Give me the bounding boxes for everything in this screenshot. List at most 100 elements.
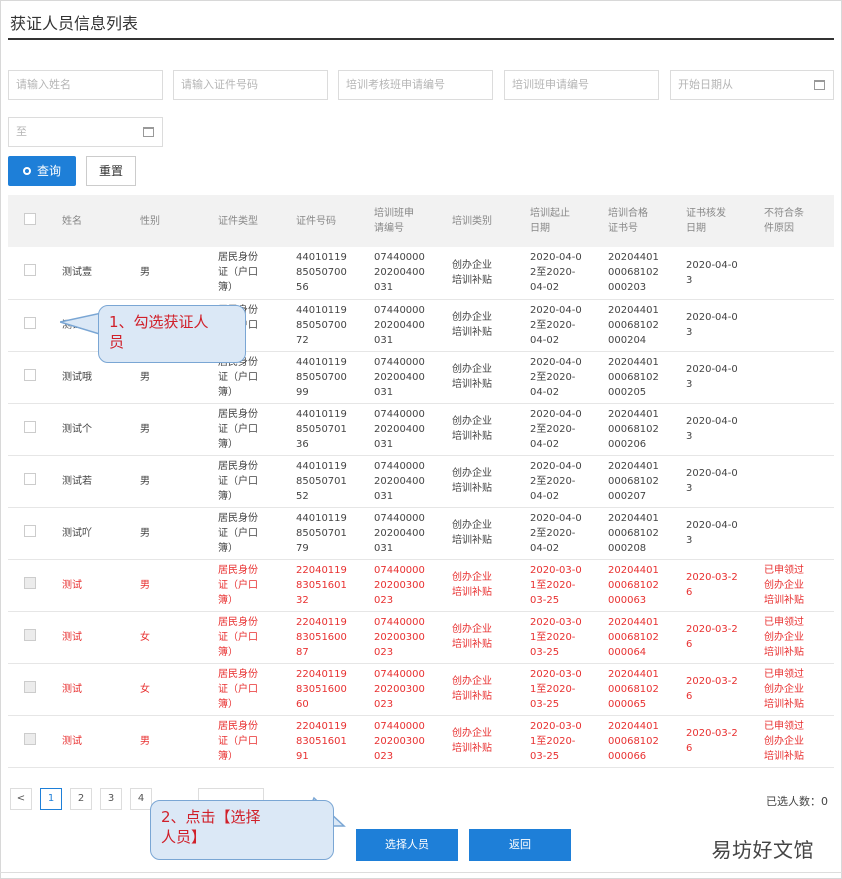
table-cell (758, 299, 834, 352)
table-cell: 07440000 20200300 023 (368, 663, 446, 716)
row-select-cell (8, 559, 56, 612)
row-checkbox[interactable] (24, 264, 36, 277)
table-cell: 44010119 85050700 99 (290, 351, 368, 404)
table-cell: 20204401 00068102 000064 (602, 611, 680, 664)
select-persons-button[interactable]: 选择人员 (356, 829, 458, 861)
prev-page-button[interactable]: < (10, 788, 32, 810)
table-row[interactable]: 测试吖男居民身份 证（户口 簿） 44010119 85050701 79 0744… (8, 507, 834, 560)
column-header: 姓名 (56, 195, 134, 247)
row-select-cell (8, 403, 56, 456)
table-cell: 07440000 20200400 031 (368, 455, 446, 508)
calendar-icon[interactable] (814, 80, 825, 90)
table-cell: 2020-04-0 2至2020- 04-02 (524, 455, 602, 508)
table-cell (758, 507, 834, 560)
table-cell: 2020-03-2 6 (680, 663, 758, 716)
id-number-input[interactable]: 请输入证件号码 (173, 70, 328, 100)
table-cell: 测试若 (56, 455, 134, 508)
training-class-number-input[interactable]: 培训班申请编号 (504, 70, 659, 100)
column-header: 性别 (134, 195, 212, 247)
table-row[interactable]: 测试男居民身份 证（户口 簿） 22040119 83051601 91 07440… (8, 715, 834, 768)
table-cell: 测试 (56, 611, 134, 664)
table-cell: 2020-03-2 6 (680, 611, 758, 664)
table-cell: 2020-03-0 1至2020- 03-25 (524, 715, 602, 768)
table-cell: 男 (134, 559, 212, 612)
table-cell: 创办企业 培训补贴 (446, 403, 524, 456)
exam-class-number-input[interactable]: 培训考核班申请编号 (338, 70, 493, 100)
row-select-cell (8, 715, 56, 768)
row-checkbox[interactable] (24, 368, 36, 381)
certified-persons-table: 姓名 性别 证件类型 证件号码 培训班申 请编号 培训类别 培训起止 日期 培训合格 证书号证… (8, 195, 834, 768)
row-checkbox[interactable] (24, 472, 36, 485)
search-icon (22, 167, 31, 175)
row-select-cell (8, 351, 56, 404)
row-checkbox[interactable] (24, 316, 36, 329)
table-cell: 07440000 20200400 031 (368, 299, 446, 352)
table-cell: 20204401 00068102 000205 (602, 351, 680, 404)
row-checkbox[interactable] (24, 524, 36, 537)
back-button[interactable]: 返回 (469, 829, 571, 861)
table-row[interactable]: 测试壹男居民身份 证（户口 簿） 44010119 85050700 56 0744… (8, 247, 834, 300)
table-cell: 07440000 20200400 031 (368, 351, 446, 404)
table-row[interactable]: 测试个男居民身份 证（户口 簿） 44010119 85050701 36 0744… (8, 403, 834, 456)
row-checkbox (24, 680, 36, 693)
calendar-icon[interactable] (143, 127, 154, 137)
table-cell: 2020-03-0 1至2020- 03-25 (524, 663, 602, 716)
row-select-cell (8, 663, 56, 716)
table-cell: 2020-04-0 3 (680, 351, 758, 404)
row-checkbox (24, 732, 36, 745)
table-cell (758, 351, 834, 404)
table-cell: 居民身份 证（户口 簿） (212, 507, 290, 560)
table-row[interactable]: 测试女居民身份 证（户口 簿） 22040119 83051600 60 07440… (8, 663, 834, 716)
column-header: 证件类型 (212, 195, 290, 247)
reset-button[interactable]: 重置 (86, 156, 136, 186)
page-button-1[interactable]: 1 (40, 788, 62, 810)
table-cell: 测试吖 (56, 507, 134, 560)
table-cell: 20204401 00068102 000208 (602, 507, 680, 560)
table-cell: 20204401 00068102 000203 (602, 247, 680, 300)
select-all-checkbox[interactable] (24, 212, 36, 225)
end-date-placeholder: 至 (16, 125, 27, 138)
table-cell: 2020-04-0 3 (680, 299, 758, 352)
start-date-placeholder: 开始日期从 (678, 78, 733, 91)
table-cell: 居民身份 证（户口 簿） (212, 611, 290, 664)
table-cell: 20204401 00068102 000207 (602, 455, 680, 508)
name-input[interactable]: 请输入姓名 (8, 70, 163, 100)
table-cell: 居民身份 证（户口 簿） (212, 247, 290, 300)
table-row[interactable]: 测试若男居民身份 证（户口 簿） 44010119 85050701 52 0744… (8, 455, 834, 508)
table-header-row: 姓名 性别 证件类型 证件号码 培训班申 请编号 培训类别 培训起止 日期 培训合格 证书号证… (8, 195, 834, 247)
table-cell: 20204401 00068102 000066 (602, 715, 680, 768)
row-checkbox[interactable] (24, 420, 36, 433)
watermark: 易坊好文馆 (711, 838, 814, 862)
table-cell: 女 (134, 663, 212, 716)
page-button-2[interactable]: 2 (70, 788, 92, 810)
table-cell: 居民身份 证（户口 簿） (212, 559, 290, 612)
table-cell: 2020-03-0 1至2020- 03-25 (524, 559, 602, 612)
table-cell: 20204401 00068102 000063 (602, 559, 680, 612)
table-cell: 创办企业 培训补贴 (446, 611, 524, 664)
table-cell: 测试 (56, 715, 134, 768)
row-select-cell (8, 455, 56, 508)
bottom-divider (0, 872, 842, 873)
table-cell: 2020-04-0 3 (680, 403, 758, 456)
row-checkbox (24, 576, 36, 589)
page-button-3[interactable]: 3 (100, 788, 122, 810)
column-header: 证件号码 (290, 195, 368, 247)
table-cell: 创办企业 培训补贴 (446, 559, 524, 612)
end-date-input[interactable]: 至 (8, 117, 163, 147)
table-cell: 44010119 85050700 72 (290, 299, 368, 352)
table-cell: 创办企业 培训补贴 (446, 455, 524, 508)
table-cell: 2020-04-0 2至2020- 04-02 (524, 507, 602, 560)
table-cell: 2020-04-0 2至2020- 04-02 (524, 403, 602, 456)
row-select-cell (8, 247, 56, 300)
table-cell: 07440000 20200400 031 (368, 247, 446, 300)
table-row[interactable]: 测试女居民身份 证（户口 簿） 22040119 83051600 87 07440… (8, 611, 834, 664)
table-cell: 2020-03-2 6 (680, 559, 758, 612)
table-cell: 已申领过 创办企业 培训补贴 (758, 559, 834, 612)
table-cell: 2020-03-2 6 (680, 715, 758, 768)
table-row[interactable]: 测试男居民身份 证（户口 簿） 22040119 83051601 32 07440… (8, 559, 834, 612)
row-select-cell (8, 507, 56, 560)
page-button-4[interactable]: 4 (130, 788, 152, 810)
table-cell: 20204401 00068102 000206 (602, 403, 680, 456)
start-date-input[interactable]: 开始日期从 (670, 70, 834, 100)
query-button[interactable]: 查询 (8, 156, 76, 186)
